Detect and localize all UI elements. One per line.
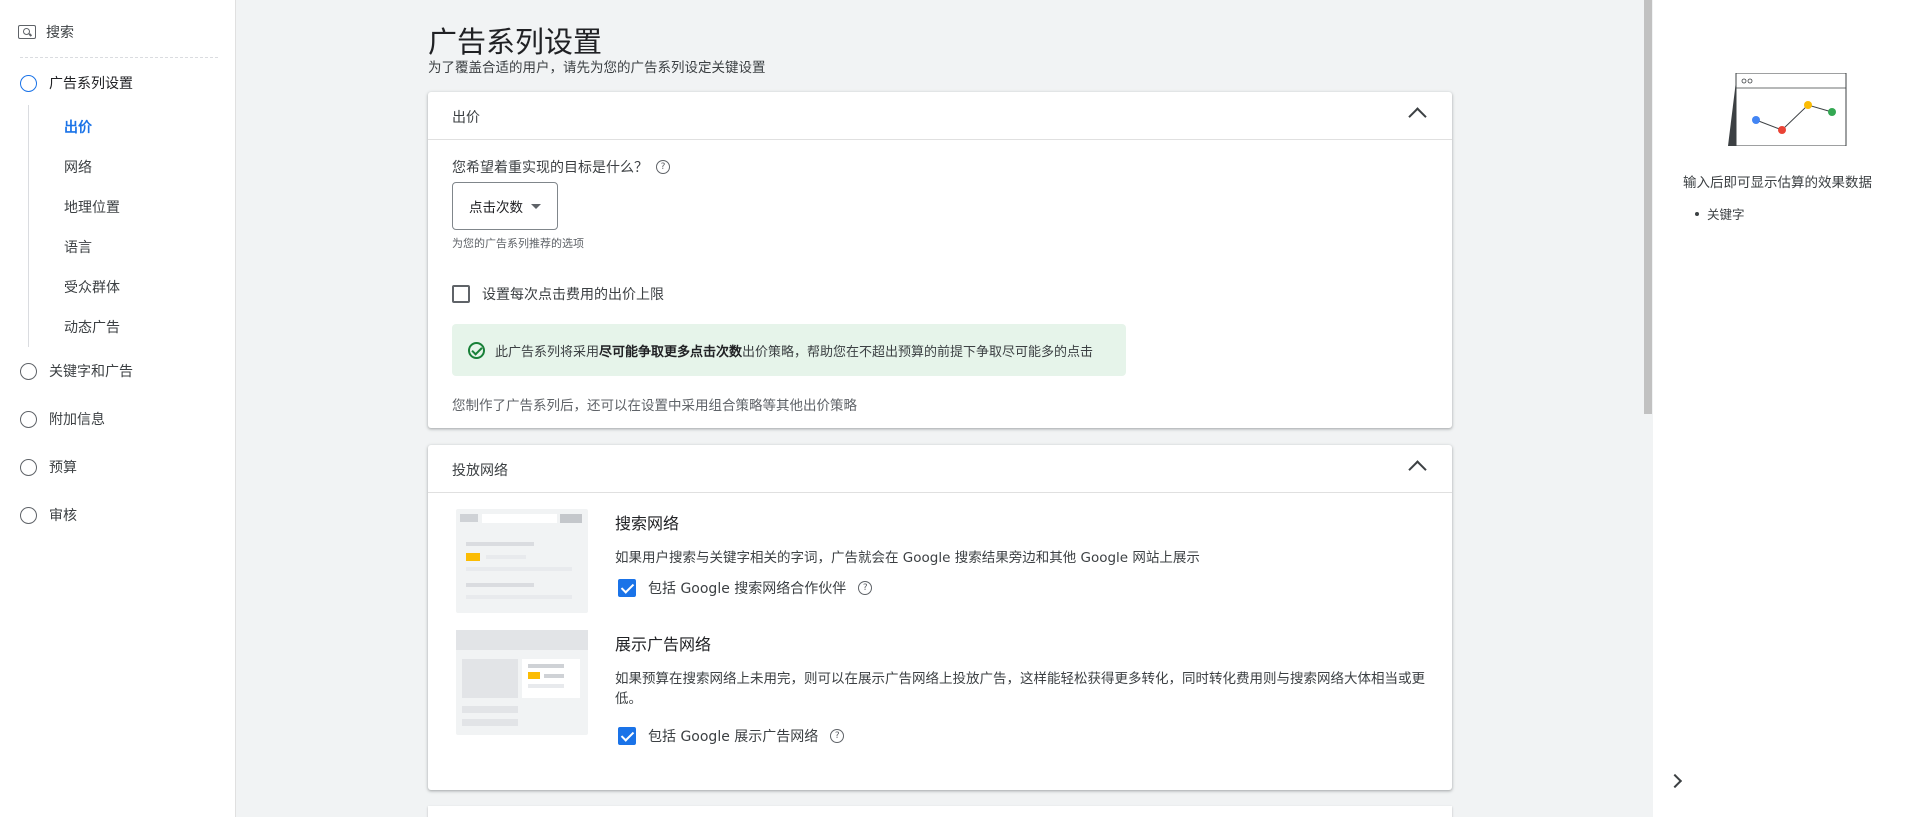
bullet-dot-icon: [1695, 211, 1699, 216]
bidding-card-title: 出价: [452, 110, 480, 126]
display-network-row: 包括 Google 展示广告网络 ?: [618, 726, 845, 746]
next-card-peek: [428, 806, 1452, 817]
estimates-panel: 输入后即可显示估算的效果数据 关键字: [1653, 0, 1907, 817]
page-subtitle: 为了覆盖合适的用户，请先为您的广告系列设定关键设置: [428, 60, 766, 76]
step-label: 广告系列设置: [49, 76, 133, 92]
search-network-title: 搜索网络: [615, 514, 680, 533]
chevron-right-icon[interactable]: [1667, 773, 1683, 789]
help-icon[interactable]: ?: [830, 729, 845, 743]
networks-card: 投放网络 搜索网络 如果用户搜索与关键字相关的字词，广告就会在 Google 搜…: [428, 445, 1452, 790]
networks-card-title: 投放网络: [452, 463, 508, 479]
estimates-bullet-label: 关键字: [1707, 207, 1745, 222]
display-network-illustration: [456, 630, 588, 735]
goal-dropdown[interactable]: 点击次数: [452, 182, 558, 230]
page-title: 广告系列设置: [428, 25, 603, 59]
search-network-description: 如果用户搜索与关键字相关的字词，广告就会在 Google 搜索结果旁边和其他 G…: [615, 550, 1200, 566]
step-keywords-ads[interactable]: 关键字和广告: [20, 361, 133, 381]
goal-question-text: 您希望着重实现的目标是什么？: [452, 160, 648, 176]
bidding-strategy-name: 尽可能争取更多点击次数: [599, 344, 743, 360]
goal-question: 您希望着重实现的目标是什么？ ?: [452, 157, 670, 177]
goal-dropdown-value: 点击次数: [469, 200, 523, 216]
check-circle-icon: [468, 341, 485, 359]
cpc-limit-checkbox[interactable]: [452, 285, 470, 303]
sidebar-divider: [20, 57, 218, 58]
step-status-icon: [20, 410, 37, 428]
networks-card-header[interactable]: 投放网络: [428, 445, 1452, 493]
bidding-info-box: 此广告系列将采用尽可能争取更多点击次数出价策略，帮助您在不超出预算的前提下争取尽…: [452, 324, 1126, 376]
scrollbar-thumb[interactable]: [1644, 0, 1652, 414]
step-label: 审核: [49, 508, 77, 524]
bidding-info-text: 此广告系列将采用尽可能争取更多点击次数出价策略，帮助您在不超出预算的前提下争取尽…: [495, 344, 1094, 360]
help-icon[interactable]: ?: [858, 581, 873, 595]
step-review[interactable]: 审核: [20, 505, 77, 525]
estimates-message: 输入后即可显示估算的效果数据: [1683, 175, 1872, 191]
help-icon[interactable]: ?: [656, 160, 670, 174]
chart-illustration-icon: [1728, 73, 1847, 146]
subnav-item-audiences[interactable]: 受众群体: [64, 277, 120, 297]
chevron-up-icon[interactable]: [1408, 107, 1427, 126]
bidding-card: 出价 您希望着重实现的目标是什么？ ? 点击次数 为您的广告系列推荐的选项 设置…: [428, 92, 1452, 428]
subnav-item-bidding[interactable]: 出价: [64, 117, 92, 137]
search-partners-row: 包括 Google 搜索网络合作伙伴 ?: [618, 578, 873, 598]
search-partners-checkbox[interactable]: [618, 579, 636, 597]
search-icon: [18, 25, 36, 39]
step-label: 关键字和广告: [49, 364, 133, 380]
display-network-title: 展示广告网络: [615, 635, 712, 654]
step-extensions[interactable]: 附加信息: [20, 409, 105, 429]
subnav-line: [28, 105, 29, 347]
subnav-item-languages[interactable]: 语言: [64, 237, 92, 257]
subnav-item-networks[interactable]: 网络: [64, 157, 92, 177]
goal-hint: 为您的广告系列推荐的选项: [452, 237, 584, 250]
estimates-bullet: 关键字: [1695, 204, 1745, 223]
sidebar-search[interactable]: 搜索: [18, 22, 74, 42]
search-partners-label: 包括 Google 搜索网络合作伙伴: [648, 581, 847, 597]
search-network-illustration: [456, 509, 588, 613]
bidding-footnote: 您制作了广告系列后，还可以在设置中采用组合策略等其他出价策略: [452, 398, 857, 414]
cpc-limit-label: 设置每次点击费用的出价上限: [482, 287, 664, 303]
subnav-item-locations[interactable]: 地理位置: [64, 197, 120, 217]
left-sidebar: 搜索 广告系列设置 出价 网络 地理位置 语言 受众群体 动态广告 关键字和广告…: [0, 0, 236, 817]
dropdown-caret-icon: [531, 203, 541, 209]
display-network-description: 如果预算在搜索网络上未用完，则可以在展示广告网络上投放广告，这样能轻松获得更多转…: [615, 671, 1425, 707]
step-campaign-settings[interactable]: 广告系列设置: [20, 73, 133, 93]
step-status-icon: [20, 458, 37, 476]
step-status-icon: [20, 362, 37, 380]
bidding-card-header[interactable]: 出价: [428, 92, 1452, 140]
step-label: 预算: [49, 460, 77, 476]
display-network-label: 包括 Google 展示广告网络: [648, 729, 819, 745]
step-status-icon: [20, 506, 37, 524]
sidebar-search-label: 搜索: [46, 25, 74, 41]
subnav-item-dynamic-ads[interactable]: 动态广告: [64, 317, 120, 337]
step-budget[interactable]: 预算: [20, 457, 77, 477]
cpc-limit-row: 设置每次点击费用的出价上限: [452, 284, 664, 304]
step-label: 附加信息: [49, 412, 105, 428]
step-status-icon: [20, 74, 37, 92]
chevron-up-icon[interactable]: [1408, 460, 1427, 479]
display-network-checkbox[interactable]: [618, 727, 636, 745]
